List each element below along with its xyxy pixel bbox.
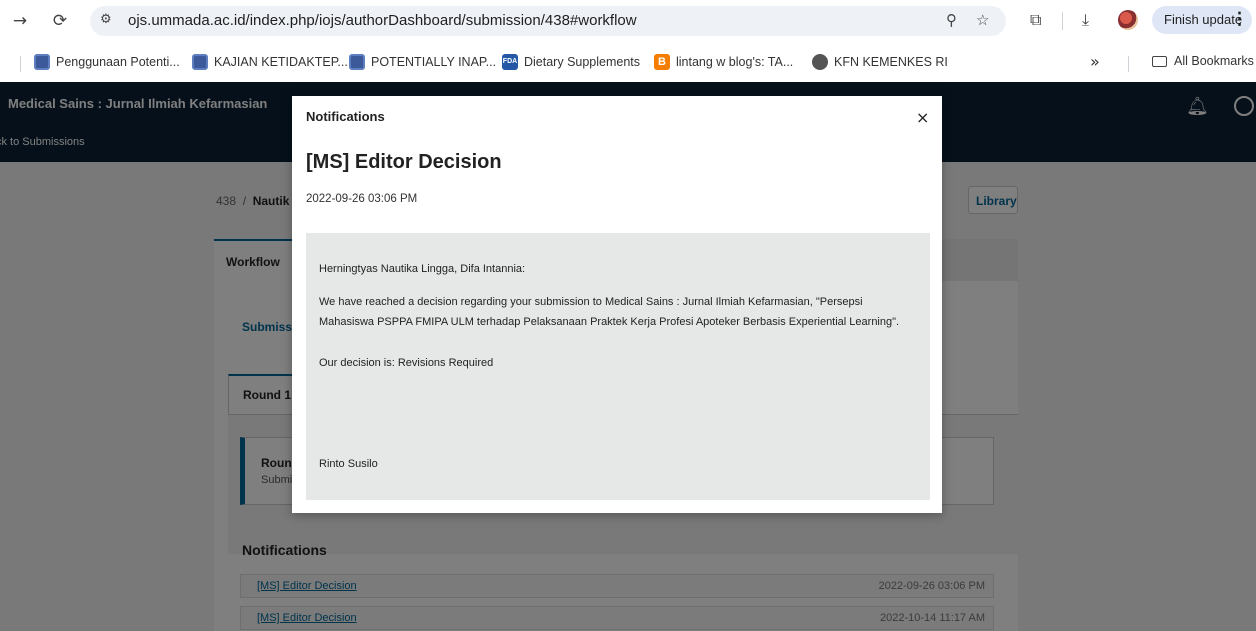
notification-modal: Notifications × [MS] Editor Decision 202… xyxy=(292,96,942,513)
folder-icon xyxy=(1152,55,1167,67)
bookmark-label: POTENTIALLY INAP... xyxy=(371,55,497,69)
close-icon[interactable]: × xyxy=(916,108,929,127)
more-bookmarks-button[interactable]: » xyxy=(1090,52,1100,71)
blogger-icon: B xyxy=(654,54,670,70)
globe-icon xyxy=(349,54,365,70)
bookmark-item[interactable]: KFN KEMENKES RI xyxy=(812,54,948,70)
bookmark-label: lintang w blog's: TA... xyxy=(676,55,794,69)
notification-heading: [MS] Editor Decision xyxy=(306,151,502,173)
globe-icon xyxy=(34,54,50,70)
download-icon[interactable]: ⤓ xyxy=(1082,10,1089,30)
extensions-icon[interactable]: ⧉ xyxy=(1030,10,1041,30)
bookmark-label: Dietary Supplements xyxy=(524,55,641,69)
menu-dots-icon[interactable]: ⋮ xyxy=(1231,9,1248,29)
modal-title: Notifications xyxy=(306,109,385,124)
bookmark-label: KAJIAN KETIDAKTEP... xyxy=(214,55,348,69)
reload-icon[interactable]: ⟳ xyxy=(48,9,72,33)
site-info-icon[interactable]: ⚙ xyxy=(100,12,112,27)
all-bookmarks-button[interactable]: All Bookmarks xyxy=(1152,54,1254,68)
bookmark-item[interactable]: POTENTIALLY INAP... xyxy=(349,54,496,70)
message-line-2: Mahasiswa PSPPA FMIPA ULM terhadap Pelak… xyxy=(319,316,900,328)
bookmarks-divider xyxy=(20,56,21,72)
finish-update-button[interactable]: Finish update ⋮ xyxy=(1152,6,1252,34)
profile-avatar[interactable] xyxy=(1118,10,1138,30)
toolbar-divider xyxy=(1062,12,1063,30)
bookmark-item[interactable]: KAJIAN KETIDAKTEP... xyxy=(192,54,348,70)
zoom-icon[interactable]: ⚲ xyxy=(946,11,957,29)
all-bookmarks-label: All Bookmarks xyxy=(1174,54,1254,68)
bookmarks-divider xyxy=(1128,56,1129,72)
url-text: ojs.ummada.ac.id/index.php/iojs/authorDa… xyxy=(128,12,637,29)
kfn-icon xyxy=(812,54,828,70)
browser-toolbar: → ⟳ ⚙ ojs.ummada.ac.id/index.php/iojs/au… xyxy=(0,0,1256,42)
bookmark-item[interactable]: FDA Dietary Supplements xyxy=(502,54,640,70)
bookmark-item[interactable]: Penggunaan Potenti... xyxy=(34,54,180,70)
address-bar[interactable]: ⚙ ojs.ummada.ac.id/index.php/iojs/author… xyxy=(90,6,1006,36)
bookmarks-bar: Penggunaan Potenti... KAJIAN KETIDAKTEP.… xyxy=(0,42,1256,82)
bookmark-label: KFN KEMENKES RI xyxy=(834,55,948,69)
signature: Rinto Susilo xyxy=(319,458,378,470)
message-body: Herningtyas Nautika Lingga, Difa Intanni… xyxy=(306,233,930,500)
globe-icon xyxy=(192,54,208,70)
bookmark-item[interactable]: B lintang w blog's: TA... xyxy=(654,54,793,70)
bookmark-star-icon[interactable]: ☆ xyxy=(976,11,989,29)
message-greeting: Herningtyas Nautika Lingga, Difa Intanni… xyxy=(319,263,526,275)
page-viewport: Medical Sains : Jurnal Ilmiah Kefarmasia… xyxy=(0,82,1256,631)
notification-date: 2022-09-26 03:06 PM xyxy=(306,193,418,205)
bookmark-label: Penggunaan Potenti... xyxy=(56,55,180,69)
fda-icon: FDA xyxy=(502,54,518,70)
message-line-1: We have reached a decision regarding you… xyxy=(319,296,863,308)
decision-text: Our decision is: Revisions Required xyxy=(319,357,494,369)
forward-icon[interactable]: → xyxy=(8,9,32,33)
